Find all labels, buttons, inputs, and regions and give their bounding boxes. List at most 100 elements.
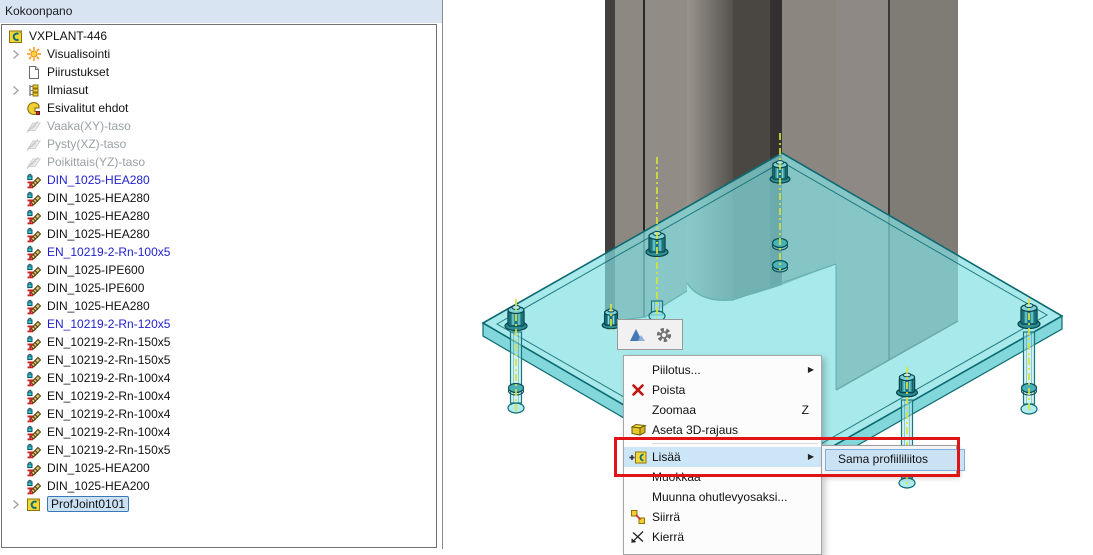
tree-item-label: DIN_1025-IPE600	[47, 281, 144, 295]
profile-icon	[25, 280, 42, 296]
menu-item-muokkaa[interactable]: Muokkaa	[624, 467, 821, 487]
tree-item-label: Pysty(XZ)-taso	[47, 137, 126, 151]
tree-item-vaaka-xy-taso[interactable]: Vaaka(XY)-taso	[2, 117, 436, 135]
profile-icon	[25, 388, 42, 404]
tree-item-din-1025-hea280[interactable]: DIN_1025-HEA280	[2, 189, 436, 207]
tree-item-din-1025-hea280[interactable]: DIN_1025-HEA280	[2, 171, 436, 189]
tree-item-label: EN_10219-2-Rn-100x4	[47, 407, 170, 421]
chevron-spacer	[7, 333, 25, 351]
tree-item-pysty-xz-taso[interactable]: Pysty(XZ)-taso	[2, 135, 436, 153]
tree-item-vxplant-446[interactable]: VXPLANT-446	[2, 27, 436, 45]
tree-item-en-10219-2-rn-100x5[interactable]: EN_10219-2-Rn-100x5	[2, 243, 436, 261]
tree-item-label: DIN_1025-HEA280	[47, 191, 150, 205]
plane-icon	[25, 154, 42, 170]
tree-item-en-10219-2-rn-120x5[interactable]: EN_10219-2-Rn-120x5	[2, 315, 436, 333]
plane-icon	[25, 136, 42, 152]
menu-item-siirr[interactable]: Siirrä	[624, 507, 821, 527]
menu-item-poista[interactable]: Poista	[624, 380, 821, 400]
chevron-spacer	[7, 135, 25, 153]
tree-item-ilmiasut[interactable]: Ilmiasut	[2, 81, 436, 99]
tree-item-din-1025-ipe600[interactable]: DIN_1025-IPE600	[2, 279, 436, 297]
chevron-spacer	[7, 477, 25, 495]
tree-item-en-10219-2-rn-150x5[interactable]: EN_10219-2-Rn-150x5	[2, 441, 436, 459]
tree-item-label: DIN_1025-HEA280	[47, 209, 150, 223]
chevron-spacer	[7, 261, 25, 279]
profile-icon	[25, 316, 42, 332]
tree-item-label: Piirustukset	[47, 65, 109, 79]
tree-item-visualisointi[interactable]: Visualisointi	[2, 45, 436, 63]
tree-item-label: DIN_1025-HEA280	[47, 173, 150, 187]
menu-item-shortcut: Z	[802, 400, 809, 420]
menu-item-label: Kierrä	[652, 530, 684, 544]
tree-item-din-1025-hea280[interactable]: DIN_1025-HEA280	[2, 225, 436, 243]
submenu-arrow-icon: ▶	[808, 447, 814, 467]
menu-item-lis[interactable]: Lisää ▶	[624, 447, 821, 467]
menu-item-kierr[interactable]: Kierrä	[624, 527, 821, 547]
profile-icon	[25, 406, 42, 422]
submenu-item-sama-profiililiitos[interactable]: Sama profiililiitos	[825, 449, 965, 471]
menu-item-muunna-ohutlevyosaksi[interactable]: Muunna ohutlevyosaksi...	[624, 487, 821, 507]
drawing-page-icon	[25, 64, 42, 80]
tree-item-label: DIN_1025-HEA280	[47, 299, 150, 313]
tree-item-en-10219-2-rn-150x5[interactable]: EN_10219-2-Rn-150x5	[2, 333, 436, 351]
menu-item-aseta-3d-rajaus[interactable]: Aseta 3D-rajaus	[624, 420, 821, 440]
sun-icon	[25, 46, 42, 62]
tree-item-piirustukset[interactable]: Piirustukset	[2, 63, 436, 81]
chevron-spacer	[7, 189, 25, 207]
chevron-spacer	[7, 405, 25, 423]
tree-item-din-1025-hea280[interactable]: DIN_1025-HEA280	[2, 207, 436, 225]
chevron-spacer	[7, 441, 25, 459]
submenu-arrow-icon: ▶	[808, 360, 814, 380]
menu-item-zoomaa[interactable]: ZoomaaZ	[624, 400, 821, 420]
panel-header: Kokoonpano	[0, 0, 442, 23]
expand-chevron-icon[interactable]	[7, 495, 25, 513]
tree-item-en-10219-2-rn-150x5[interactable]: EN_10219-2-Rn-150x5	[2, 351, 436, 369]
tree-item-label: EN_10219-2-Rn-120x5	[47, 317, 170, 331]
tree-item-label: ProfJoint0101	[47, 496, 129, 512]
tree-item-din-1025-hea200[interactable]: DIN_1025-HEA200	[2, 477, 436, 495]
profile-icon	[25, 298, 42, 314]
rotate-icon	[629, 529, 647, 545]
add-joint-icon	[629, 449, 647, 465]
delete-icon	[629, 382, 647, 398]
tree-item-label: EN_10219-2-Rn-100x4	[47, 389, 170, 403]
settings-gear-icon[interactable]	[655, 326, 673, 344]
chevron-spacer	[7, 459, 25, 477]
chevron-spacer	[7, 117, 25, 135]
chevron-spacer	[7, 171, 25, 189]
expand-chevron-icon[interactable]	[7, 45, 25, 63]
chevron-spacer	[7, 243, 25, 261]
profile-icon	[25, 352, 42, 368]
tree-item-label: Vaaka(XY)-taso	[47, 119, 131, 133]
tree-item-profjoint0101[interactable]: ProfJoint0101	[2, 495, 436, 513]
menu-item-piilotus[interactable]: Piilotus... ▶	[624, 360, 821, 380]
tree-item-poikittais-yz-taso[interactable]: Poikittais(YZ)-taso	[2, 153, 436, 171]
tree-item-label: EN_10219-2-Rn-150x5	[47, 335, 170, 349]
tree-item-label: EN_10219-2-Rn-150x5	[47, 353, 170, 367]
tree-item-esivalitut-ehdot[interactable]: Esivalitut ehdot	[2, 99, 436, 117]
tree-item-en-10219-2-rn-100x4[interactable]: EN_10219-2-Rn-100x4	[2, 387, 436, 405]
menu-item-label: Aseta 3D-rajaus	[652, 423, 738, 437]
menu-item-label: Muokkaa	[652, 470, 701, 484]
appearance-list-icon	[25, 82, 42, 98]
tree-item-label: VXPLANT-446	[29, 29, 107, 43]
tree-item-din-1025-hea280[interactable]: DIN_1025-HEA280	[2, 297, 436, 315]
menu-item-label: Piilotus...	[652, 363, 701, 377]
expand-chevron-icon[interactable]	[7, 81, 25, 99]
tree-item-din-1025-ipe600[interactable]: DIN_1025-IPE600	[2, 261, 436, 279]
box3d-icon	[629, 422, 647, 438]
profile-icon	[25, 460, 42, 476]
tree-item-en-10219-2-rn-100x4[interactable]: EN_10219-2-Rn-100x4	[2, 423, 436, 441]
tree-item-label: DIN_1025-HEA200	[47, 479, 150, 493]
menu-item-label: Lisää	[652, 450, 681, 464]
tree-item-label: EN_10219-2-Rn-100x4	[47, 371, 170, 385]
assembly-tree[interactable]: VXPLANT-446 Visualisointi Piirustukset Ilmi…	[1, 24, 437, 548]
tree-item-en-10219-2-rn-100x4[interactable]: EN_10219-2-Rn-100x4	[2, 405, 436, 423]
tree-item-label: DIN_1025-HEA280	[47, 227, 150, 241]
fit-view-icon[interactable]	[628, 326, 646, 344]
tree-item-din-1025-hea200[interactable]: DIN_1025-HEA200	[2, 459, 436, 477]
tree-item-en-10219-2-rn-100x4[interactable]: EN_10219-2-Rn-100x4	[2, 369, 436, 387]
tree-item-label: DIN_1025-HEA200	[47, 461, 150, 475]
chevron-spacer	[7, 297, 25, 315]
profile-icon	[25, 262, 42, 278]
